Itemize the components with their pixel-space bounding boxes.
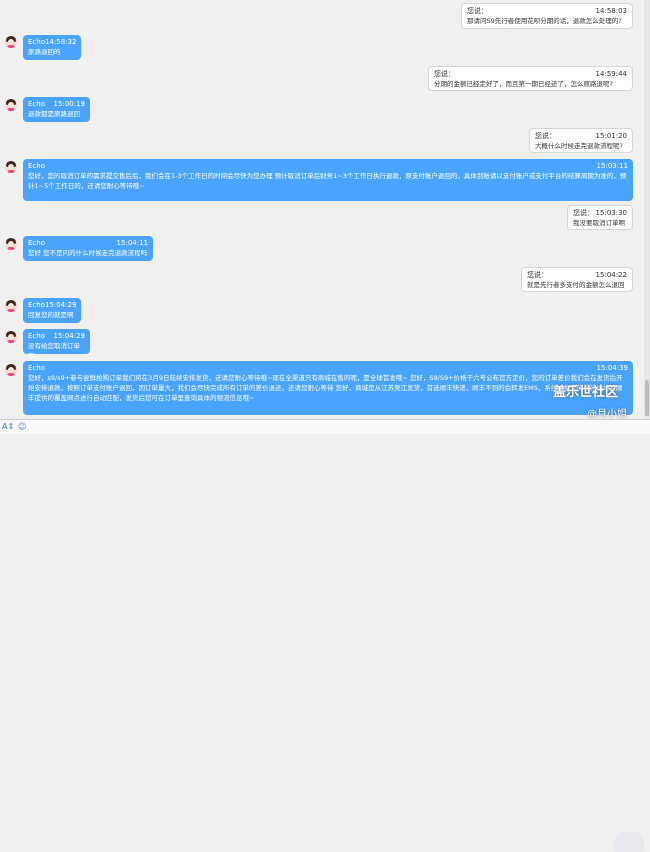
message-text: 那请问S9先行者使用花呗分期的话，退款怎么处理的? (467, 17, 622, 25)
mascot-image (614, 832, 644, 852)
timestamp: 15:03:30 (595, 209, 627, 217)
timestamp: 15:03:11 (596, 162, 628, 170)
message-text: 原路退回的 (28, 48, 61, 56)
message-bubble: Echo 15:03:11 您好，您的取消订单的需求提交售后后，我们会在1-3个工… (23, 159, 633, 201)
avatar[interactable] (5, 36, 17, 48)
sender-label: 您说： (527, 271, 548, 279)
sender-label: Echo (28, 332, 45, 340)
message-text: 没有给您取消订单啊 (28, 342, 80, 360)
sender-label: Echo (28, 239, 45, 247)
message-text: 您好，s9/s9+参与尝鲜抢购订单我们将在3月9日陆续安排发货，还请您耐心等待哦… (28, 374, 623, 402)
timestamp: 15:00:19 (53, 100, 85, 108)
sender-label: 您说： (467, 7, 488, 15)
timestamp: 15:04:29 (53, 332, 85, 340)
avatar[interactable] (5, 364, 17, 376)
sender-label: 您说： (573, 209, 594, 217)
chat-history[interactable]: 您说： 14:58:03 那请问S9先行者使用花呗分期的话，退款怎么处理的? Ec… (0, 0, 644, 419)
timestamp: 14:58:32 (45, 38, 77, 46)
input-toolbar: A⇕ ☺ (0, 419, 650, 852)
message-bubble: 您说： 15:03:30 我没要取消订单啊 (567, 205, 633, 230)
emoji-button[interactable]: ☺ (18, 421, 26, 433)
watermark-text: 盖乐世社区 (553, 385, 619, 400)
message-bubble: 您说： 14:58:03 那请问S9先行者使用花呗分期的话，退款怎么处理的? (461, 3, 633, 29)
message-bubble: Echo 15:04:11 您好 您不是问的什么时候走完退款流程吗 (23, 236, 153, 261)
sender-label: 您说： (434, 70, 455, 78)
message-bubble: 您说： 15:01:20 大概什么时候走完退款流程呢? (529, 128, 633, 153)
chat-scrollbar[interactable] (644, 0, 650, 419)
timestamp: 15:04:29 (45, 301, 77, 309)
message-text: 您好，您的取消订单的需求提交售后后，我们会在1-3个工作日的时间会尽快为您办理 … (28, 172, 627, 190)
sender-label: Echo (28, 100, 45, 108)
avatar[interactable] (5, 161, 17, 173)
avatar[interactable] (5, 300, 17, 312)
message-bubble: Echo 15:04:39 您好，s9/s9+参与尝鲜抢购订单我们将在3月9日陆续… (23, 361, 633, 415)
watermark-handle: @月小姐 (587, 409, 627, 419)
sender-label: Echo (28, 364, 45, 372)
timestamp: 15:04:22 (595, 271, 627, 279)
message-text: 大概什么时候走完退款流程呢? (535, 142, 623, 150)
timestamp: 15:04:39 (596, 364, 628, 372)
message-text: 您好 您不是问的什么时候走完退款流程吗 (28, 249, 148, 257)
message-bubble: Echo 14:58:32 原路退回的 (23, 35, 81, 60)
message-text: 分期的金额已经定好了，而且第一期已经还了，怎么原路退呢? (434, 80, 613, 88)
avatar[interactable] (5, 331, 17, 343)
sender-label: 您说： (535, 132, 556, 140)
message-text: 就是先行者多支付的金额怎么退回 (527, 281, 625, 289)
message-bubble: Echo 15:00:19 退款都是原路退回 (23, 97, 90, 122)
font-size-button[interactable]: A⇕ (2, 421, 14, 433)
message-text: 退款都是原路退回 (28, 110, 80, 118)
timestamp: 14:59:44 (595, 70, 627, 78)
message-bubble: Echo 15:04:29 回复您的就是啊 (23, 298, 81, 323)
message-text: 我没要取消订单啊 (573, 219, 625, 227)
sender-label: Echo (28, 162, 45, 170)
message-bubble: Echo 15:04:29 没有给您取消订单啊 (23, 329, 90, 360)
sender-label: Echo (28, 301, 45, 309)
timestamp: 15:01:20 (595, 132, 627, 140)
message-bubble: 您说： 14:59:44 分期的金额已经定好了，而且第一期已经还了，怎么原路退呢? (428, 66, 633, 91)
timestamp: 14:58:03 (595, 7, 627, 15)
timestamp: 15:04:11 (116, 239, 148, 247)
avatar[interactable] (5, 99, 17, 111)
avatar[interactable] (5, 238, 17, 250)
sender-label: Echo (28, 38, 45, 46)
message-bubble: 您说： 15:04:22 就是先行者多支付的金额怎么退回 (521, 267, 633, 292)
scrollbar-thumb[interactable] (645, 380, 649, 416)
message-text: 回复您的就是啊 (28, 311, 74, 319)
